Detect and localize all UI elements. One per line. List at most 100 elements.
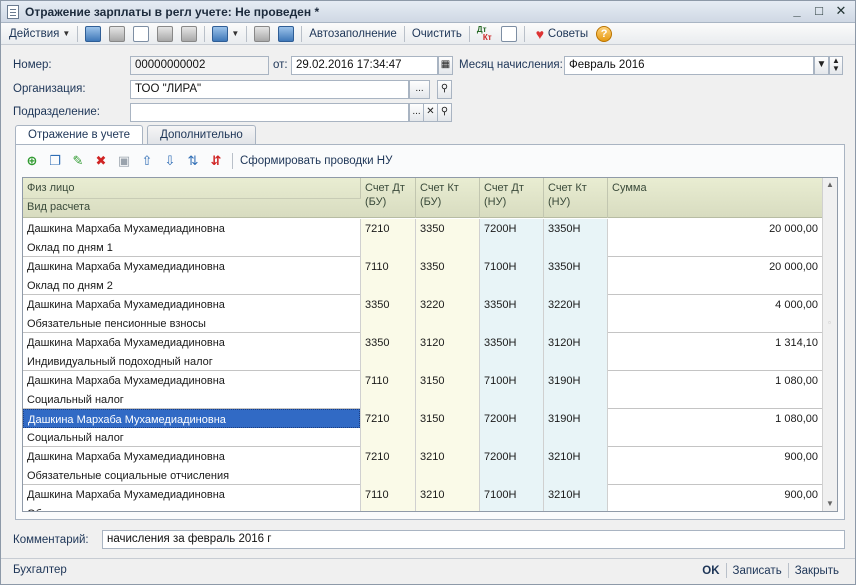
save-button[interactable]: Записать — [727, 565, 788, 577]
cell-kt-bu: 3210 — [416, 485, 480, 511]
table-row[interactable]: Дашкина Мархаба Мухамедиадиновна Социальн… — [23, 371, 823, 409]
department-field[interactable] — [130, 103, 409, 122]
autofill-button[interactable]: Автозаполнение — [305, 25, 401, 43]
table-row[interactable]: Дашкина Мархаба Мухамедиадиновна Оклад по… — [23, 219, 823, 257]
header-dt-nu[interactable]: Счет Дт (НУ) — [480, 178, 544, 218]
number-field[interactable]: 00000000002 — [130, 56, 269, 75]
cell-kt-nu: 3350Н — [544, 219, 608, 257]
header-person[interactable]: Физ лицо — [23, 178, 361, 198]
cell-person: Дашкина Мархаба Мухамедиадиновна — [27, 489, 225, 501]
move-up-button[interactable]: ⇧ — [137, 152, 157, 170]
ok-button[interactable]: OK — [696, 565, 725, 577]
cell-calc-type: Обязательные социальные отчисления — [27, 470, 230, 482]
post-and-close-button[interactable] — [81, 25, 105, 43]
cell-person: Дашкина Мархаба Мухамедиадиновна — [27, 451, 225, 463]
table-row[interactable]: Дашкина Мархаба Мухамедиадиновна Обязател… — [23, 447, 823, 485]
header-kt-bu[interactable]: Счет Кт (БУ) — [416, 178, 480, 218]
movements-icon — [157, 25, 174, 42]
department-clear-button[interactable]: ✕ — [423, 103, 438, 122]
sort-asc-button[interactable]: ⇅ — [183, 152, 203, 170]
header-kt-nu[interactable]: Счет Кт (НУ) — [544, 178, 608, 218]
cell-dt-nu: 3350Н — [480, 295, 544, 333]
month-field[interactable]: Февраль 2016 — [564, 56, 814, 75]
organization-field[interactable]: ТОО "ЛИРА" — [130, 80, 409, 99]
tab-additional[interactable]: Дополнительно — [147, 125, 256, 145]
tab-accounting[interactable]: Отражение в учете — [15, 125, 144, 146]
cell-kt-nu: 3190Н — [544, 409, 608, 447]
list-settings-icon — [278, 25, 295, 42]
list-settings-button[interactable] — [274, 25, 298, 43]
organization-select-button[interactable]: ... — [409, 80, 430, 99]
based-on-button[interactable]: ▼ — [208, 25, 243, 43]
cell-calc-type: Индивидуальный подоходный налог — [27, 356, 213, 368]
table-row[interactable]: Дашкина Мархаба Мухамедиадиновна Индивиду… — [23, 333, 823, 371]
movements-button[interactable] — [153, 25, 177, 43]
clear-button[interactable]: Очистить — [408, 25, 466, 43]
department-open-button[interactable]: ⚲ — [437, 103, 452, 122]
end-edit-button[interactable]: ▣ — [114, 152, 134, 170]
organization-open-button[interactable]: ⚲ — [437, 80, 452, 99]
date-field[interactable]: 29.02.2016 17:34:47 — [291, 56, 438, 75]
minimize-button[interactable]: _ — [789, 3, 805, 19]
cell-kt-bu: 3150 — [416, 409, 480, 447]
toolbar-separator — [403, 25, 405, 42]
post-button[interactable] — [105, 25, 129, 43]
cell-sum: 900,00 — [608, 447, 823, 485]
comment-field[interactable]: начисления за февраль 2016 г — [102, 530, 845, 549]
ellipsis-icon: ... — [415, 83, 424, 94]
move-down-button[interactable]: ⇩ — [160, 152, 180, 170]
toolbar-separator — [77, 25, 79, 42]
month-dropdown-button[interactable]: ▼ — [814, 56, 829, 75]
month-spin-button[interactable]: ▲ ▼ — [829, 56, 843, 75]
table-row[interactable]: Дашкина Мархаба МухамедиадиновнаОб 7110 … — [23, 485, 823, 511]
copy-button[interactable] — [129, 25, 153, 43]
cell-calc-type: Социальный налог — [27, 432, 124, 444]
department-select-button[interactable]: ... — [409, 103, 424, 122]
sort-desc-button[interactable]: ⇵ — [206, 152, 226, 170]
scroll-down-icon[interactable]: ▼ — [823, 497, 837, 511]
cell-dt-bu: 7110 — [361, 485, 416, 511]
cell-sum: 20 000,00 — [608, 257, 823, 295]
document-icon — [7, 4, 19, 19]
cell-kt-bu: 3120 — [416, 333, 480, 371]
journal-button[interactable] — [497, 25, 521, 43]
structure-icon — [254, 25, 271, 42]
author-link[interactable]: Бухгалтер — [13, 564, 67, 576]
close-icon: ✕ — [426, 106, 435, 117]
cell-kt-nu: 3220Н — [544, 295, 608, 333]
help-button[interactable]: ? — [592, 25, 616, 43]
copy-icon — [133, 25, 150, 42]
dt-kt-button[interactable]: Дт Кт — [473, 25, 497, 43]
help-icon: ? — [596, 25, 613, 42]
copy-row-button[interactable]: ❐ — [45, 152, 65, 170]
close-window-button[interactable]: ✕ — [833, 3, 849, 19]
close-button[interactable]: Закрыть — [789, 565, 845, 577]
table-row[interactable]: Дашкина Мархаба Мухамедиадиновна Оклад по… — [23, 257, 823, 295]
cell-person: Дашкина Мархаба Мухамедиадиновна — [23, 409, 360, 428]
scroll-thumb-icon[interactable]: ▫ — [828, 318, 831, 327]
cell-dt-nu: 7200Н — [480, 219, 544, 257]
edit-row-button[interactable]: ✎ — [68, 152, 88, 170]
table-row[interactable]: Дашкина Мархаба Мухамедиадиновна Обязател… — [23, 295, 823, 333]
cell-kt-bu: 3210 — [416, 447, 480, 485]
vertical-scrollbar[interactable]: ▲ ▫ ▼ — [822, 178, 837, 511]
header-dt-bu[interactable]: Счет Дт (БУ) — [361, 178, 416, 218]
scroll-up-icon[interactable]: ▲ — [823, 178, 837, 192]
header-sum[interactable]: Сумма — [608, 178, 823, 218]
calendar-button[interactable]: ▦ — [438, 56, 453, 75]
print-button[interactable] — [177, 25, 201, 43]
cell-kt-bu: 3350 — [416, 219, 480, 257]
add-row-button[interactable]: ⊕ — [22, 152, 42, 170]
toolbar-separator — [468, 25, 470, 42]
maximize-button[interactable]: □ — [811, 3, 827, 19]
table-row-selected[interactable]: Дашкина Мархаба Мухамедиадиновна Социальн… — [23, 409, 823, 447]
generate-entries-button[interactable]: Сформировать проводки НУ — [240, 155, 392, 167]
tips-button[interactable]: ♥ Советы — [528, 25, 592, 43]
actions-menu-button[interactable]: Действия ▼ — [5, 25, 74, 43]
cell-dt-nu: 7100Н — [480, 485, 544, 511]
table-header: Физ лицо Вид расчета Счет Дт (БУ) Счет К… — [23, 178, 823, 218]
cell-person: Дашкина Мархаба Мухамедиадиновна — [27, 337, 225, 349]
header-calc-type[interactable]: Вид расчета — [23, 198, 361, 218]
structure-button[interactable] — [250, 25, 274, 43]
delete-row-button[interactable]: ✖ — [91, 152, 111, 170]
